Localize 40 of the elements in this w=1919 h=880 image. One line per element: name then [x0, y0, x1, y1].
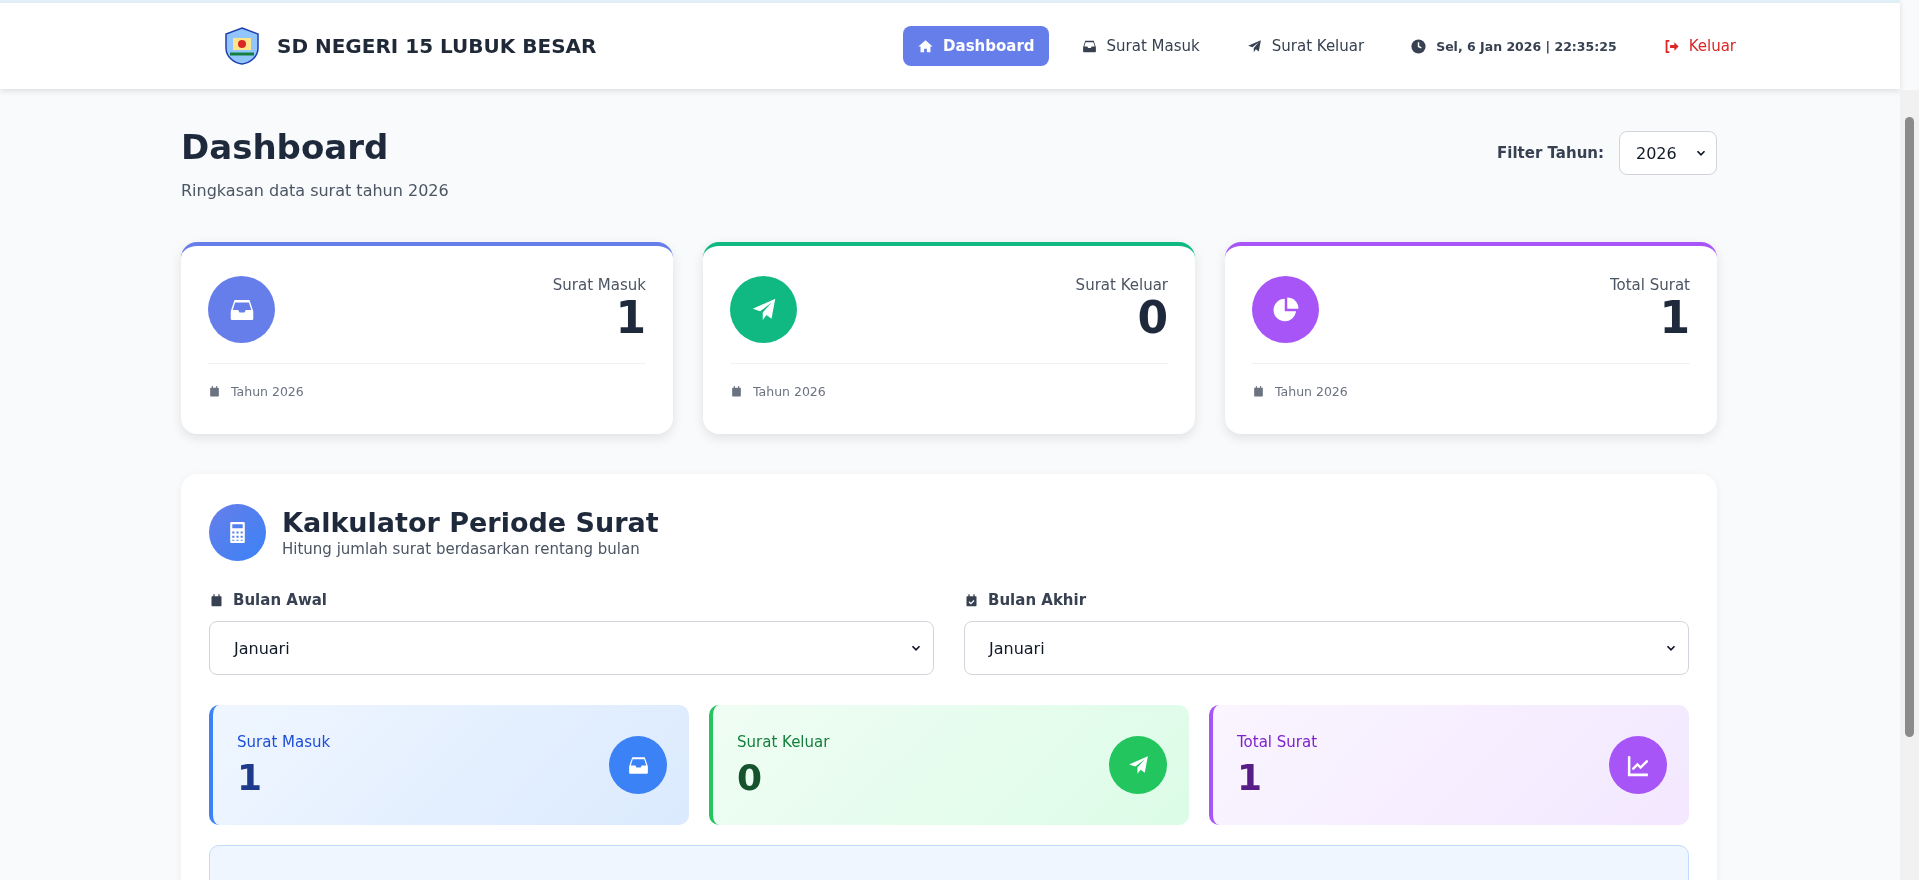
calendar-check-icon	[964, 592, 979, 608]
page-subtitle: Ringkasan data surat tahun 2026	[181, 181, 449, 200]
result-label: Surat Masuk	[237, 732, 331, 751]
clock-text: Sel, 6 Jan 2026 | 22:35:25	[1396, 37, 1631, 55]
school-emblem-icon	[222, 26, 262, 66]
stat-value: 0	[1137, 294, 1168, 343]
filter-label: Filter Tahun:	[1497, 144, 1604, 162]
calendar-icon	[1252, 385, 1265, 398]
logout-link[interactable]: Keluar	[1648, 26, 1750, 66]
scrollbar[interactable]	[1900, 90, 1919, 880]
result-value: 0	[737, 756, 764, 798]
school-name: SD NEGERI 15 LUBUK BESAR	[277, 34, 597, 58]
calendar-icon	[208, 385, 221, 398]
stat-footer: Tahun 2026	[1275, 384, 1348, 399]
calendar-icon	[730, 385, 743, 398]
result-label: Surat Keluar	[737, 732, 830, 751]
result-value: 1	[1237, 756, 1264, 798]
year-select[interactable]: 2026	[1619, 131, 1717, 175]
month-select[interactable]: Januari	[964, 621, 1689, 675]
calculator-title: Kalkulator Periode Surat	[282, 507, 659, 538]
field-label: Bulan Akhir	[988, 591, 1087, 609]
stat-label: Surat Masuk	[552, 276, 646, 294]
stat-footer: Tahun 2026	[753, 384, 826, 399]
result-value: 1	[237, 756, 264, 798]
month-select[interactable]: Januari	[209, 621, 934, 675]
field-label: Bulan Awal	[233, 591, 327, 609]
nav-link[interactable]: Surat Keluar	[1231, 26, 1379, 66]
nav-link[interactable]: Dashboard	[903, 26, 1049, 66]
stat-value: 1	[1659, 294, 1690, 343]
clock-icon	[1410, 37, 1428, 55]
nav-link[interactable]: Surat Masuk	[1066, 26, 1214, 66]
calculator-subtitle: Hitung jumlah surat berdasarkan rentang bulan	[282, 540, 641, 558]
page-title: Dashboard	[181, 127, 390, 167]
stat-label: Total Surat	[1609, 276, 1690, 294]
result-label: Total Surat	[1237, 732, 1318, 751]
calendar-icon	[209, 592, 224, 608]
stat-value: 1	[615, 294, 646, 343]
stat-footer: Tahun 2026	[231, 384, 304, 399]
home-icon	[917, 37, 935, 55]
stat-label: Surat Keluar	[1075, 276, 1168, 294]
